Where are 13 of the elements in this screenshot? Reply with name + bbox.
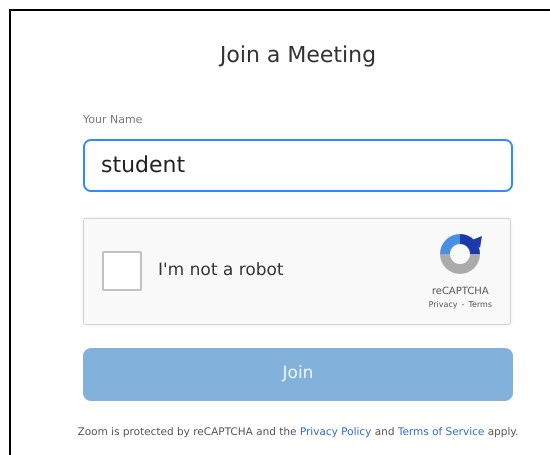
terms-of-service-link[interactable]: Terms of Service [398,426,484,438]
link-separator: - [462,298,464,310]
terms-link[interactable]: Terms [468,298,492,310]
captcha-label: I'm not a robot [158,259,284,282]
recaptcha-logo-icon [438,232,482,276]
captcha-brand: reCAPTCHA [432,284,489,298]
footer-notice: Zoom is protected by reCAPTCHA and the Privacy Policy and Terms of Service apply. [76,424,520,440]
privacy-policy-link[interactable]: Privacy Policy [300,426,372,438]
field-label: Your Name [83,113,142,126]
name-field[interactable]: student [83,138,513,192]
page-title: Join a Meeting [218,42,378,70]
captcha-checkbox[interactable] [102,251,142,291]
privacy-link[interactable]: Privacy [428,298,458,310]
